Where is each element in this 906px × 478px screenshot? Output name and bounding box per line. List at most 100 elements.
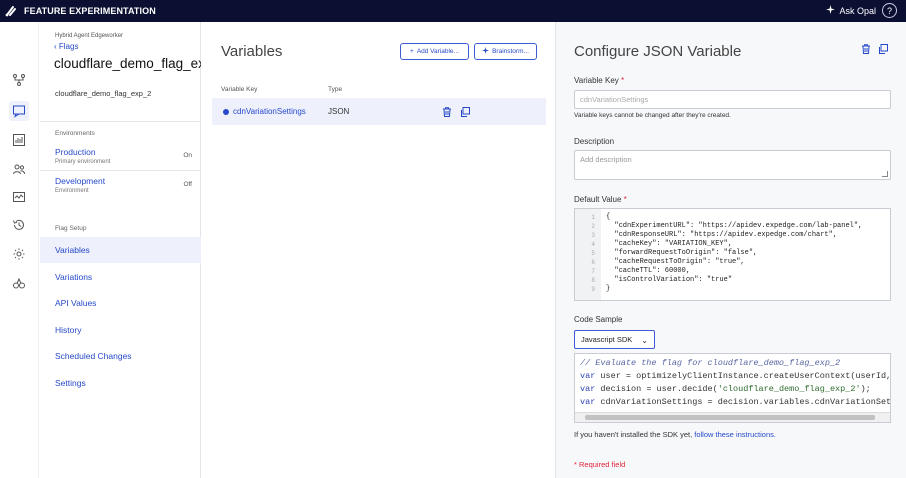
variables-panel: Variables + Add Variable... Brainstorm..… — [201, 22, 546, 478]
events-icon[interactable] — [9, 187, 29, 207]
env-sub: Primary environment — [55, 159, 111, 165]
env-production-state: On — [183, 152, 192, 159]
code-line: 1{ — [575, 213, 890, 222]
code-sample-box[interactable]: // Evaluate the flag for cloudflare_demo… — [574, 353, 891, 423]
code-text: } — [606, 285, 611, 293]
trash-icon[interactable] — [860, 42, 872, 54]
nav-variables[interactable]: Variables — [40, 237, 201, 263]
description-field[interactable]: Add description — [574, 150, 891, 180]
copy-icon[interactable] — [877, 42, 889, 54]
line-number: 4 — [591, 241, 595, 248]
variable-key-label-text: Variable Key — [574, 76, 619, 85]
string-literal: 'cloudflare_demo_flag_exp_2' — [717, 384, 861, 394]
required-mark: * — [623, 195, 627, 204]
code-line: 7 "cacheTTL": 60000, — [575, 267, 890, 276]
add-variable-button[interactable]: + Add Variable... — [400, 43, 469, 60]
optimizely-logo-icon[interactable] — [0, 0, 22, 22]
add-variable-label: Add Variable... — [416, 48, 459, 55]
default-value-label-text: Default Value — [574, 195, 622, 204]
column-header-variable-key: Variable Key — [221, 86, 258, 93]
line-number: 3 — [591, 232, 595, 239]
code-sample-label: Code Sample — [574, 315, 623, 324]
sparkle-icon — [482, 47, 490, 56]
env-sub: Environment — [55, 188, 89, 194]
brainstorm-button[interactable]: Brainstorm... — [474, 43, 537, 60]
description-placeholder: Add description — [580, 155, 632, 164]
variable-key-input[interactable] — [574, 90, 891, 109]
required-mark: * — [621, 76, 625, 85]
selected-dot-icon — [223, 109, 229, 115]
env-name: Development — [55, 176, 106, 186]
code-text: "forwardRequestToOrigin": "false", — [606, 249, 758, 257]
settings-icon[interactable] — [9, 244, 29, 264]
reports-icon[interactable] — [9, 130, 29, 150]
column-header-type: Type — [328, 86, 343, 93]
required-field-note: * Required field — [574, 460, 626, 469]
sample-line: // Evaluate the flag for cloudflare_demo… — [580, 358, 841, 368]
sdk-instructions-link[interactable]: follow these instructions. — [694, 430, 776, 439]
env-development[interactable]: Development Environment — [55, 176, 105, 194]
app-title: FEATURE EXPERIMENTATION — [24, 6, 156, 16]
flags-icon[interactable] — [9, 101, 29, 121]
sdk-install-note: If you haven't installed the SDK yet, fo… — [574, 430, 776, 439]
copy-icon[interactable] — [459, 105, 471, 117]
code-text: "cacheRequestToOrigin": "true", — [606, 258, 745, 266]
project-name: Hybrid Agent Edgeworker — [55, 33, 124, 39]
env-production[interactable]: Production Primary environment — [55, 147, 110, 165]
ask-opal-label: Ask Opal — [839, 5, 876, 16]
sample-line: var user = optimizelyClientInstance.crea… — [580, 370, 891, 383]
horizontal-scrollbar[interactable] — [575, 412, 890, 422]
trash-icon[interactable] — [441, 105, 453, 117]
brainstorm-label: Brainstorm... — [492, 48, 529, 55]
nav-history[interactable]: History — [40, 317, 201, 343]
nav-scheduled-changes[interactable]: Scheduled Changes — [40, 343, 201, 369]
scrollbar-thumb[interactable] — [585, 415, 875, 420]
divider — [40, 170, 201, 171]
code-line: 3 "cdnResponseURL": "https://apidev.expe… — [575, 231, 890, 240]
sample-line: var decision = user.decide('cloudflare_d… — [580, 383, 871, 396]
help-button[interactable]: ? — [882, 3, 897, 18]
line-number: 5 — [591, 250, 595, 257]
line-number: 7 — [591, 268, 595, 275]
code-line: 4 "cacheKey": "VARIATION_KEY", — [575, 240, 890, 249]
audiences-icon[interactable] — [9, 159, 29, 179]
description-label: Description — [574, 137, 615, 146]
integrations-icon[interactable] — [9, 273, 29, 293]
sparkle-icon — [826, 5, 836, 16]
nav-variations[interactable]: Variations — [40, 264, 201, 290]
line-number: 6 — [591, 259, 595, 266]
code-text: user = optimizelyClientInstance.createUs… — [595, 371, 891, 381]
flag-title: cloudflare_demo_flag_exp_2 — [54, 56, 228, 71]
nav-api-values[interactable]: API Values — [40, 290, 201, 316]
configure-title: Configure JSON Variable — [574, 43, 742, 60]
default-value-label: Default Value * — [574, 195, 627, 204]
sdk-select-value: Javascript SDK — [581, 335, 633, 344]
nav-settings[interactable]: Settings — [40, 370, 201, 396]
keyword: var — [580, 384, 596, 394]
keyword: var — [580, 371, 596, 381]
env-development-state: Off — [183, 181, 192, 188]
code-line: 2 "cdnExperimentURL": "https://apidev.ex… — [575, 222, 890, 231]
environments-heading: Environments — [55, 130, 95, 137]
code-text: { — [606, 213, 611, 221]
icon-rail — [0, 22, 39, 478]
code-line: 9} — [575, 285, 890, 294]
variables-title: Variables — [221, 43, 283, 60]
chevron-down-icon: ⌄ — [641, 336, 648, 345]
code-text: "cacheTTL": 60000, — [606, 267, 691, 275]
default-value-editor[interactable]: 1{ 2 "cdnExperimentURL": "https://apidev… — [574, 208, 891, 301]
ask-opal-button[interactable]: Ask Opal — [826, 5, 876, 16]
variable-type-cell: JSON — [328, 107, 350, 116]
code-text: "cdnExperimentURL": "https://apidev.expe… — [606, 222, 863, 230]
resize-handle-icon[interactable] — [882, 171, 888, 177]
table-row[interactable]: cdnVariationSettings JSON — [212, 98, 546, 125]
env-name: Production — [55, 147, 96, 157]
divider — [40, 121, 201, 122]
code-text: cdnVariationSettings = decision.variable… — [595, 397, 891, 407]
sdk-select[interactable]: Javascript SDK ⌄ — [574, 330, 655, 349]
history-icon[interactable] — [9, 215, 29, 235]
flows-icon[interactable] — [9, 70, 29, 90]
back-to-flags-link[interactable]: ‹ Flags — [54, 42, 78, 51]
code-text: "isControlVariation": "true" — [606, 276, 733, 284]
variable-key-cell[interactable]: cdnVariationSettings — [233, 107, 306, 116]
